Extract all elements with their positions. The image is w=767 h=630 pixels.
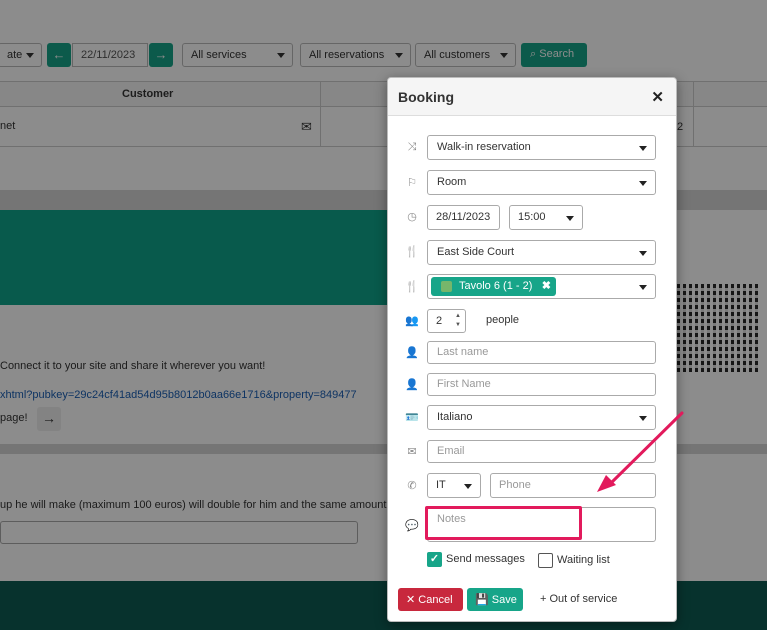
people-count-value: 2 <box>436 315 443 327</box>
user-icon: 👤 <box>405 379 419 391</box>
users-icon: 👥 <box>405 315 419 327</box>
plus-icon: + <box>540 593 547 605</box>
reservation-type-select[interactable]: Walk-in reservation <box>427 135 656 160</box>
room-value: Room <box>437 176 467 188</box>
language-select[interactable]: Italiano <box>427 405 656 430</box>
save-button[interactable]: 💾 Save <box>467 588 523 611</box>
cancel-button[interactable]: ✕ Cancel <box>398 588 463 611</box>
cutlery-icon: 🍴 <box>405 281 419 293</box>
shuffle-icon: ⤨ <box>407 141 417 153</box>
notes-highlight-annotation <box>425 506 582 540</box>
comment-icon: 💬 <box>405 520 419 532</box>
out-of-service-button[interactable]: + Out of service <box>532 588 625 611</box>
send-messages-label: Send messages <box>446 553 525 565</box>
last-name-input[interactable]: Last name <box>427 341 656 364</box>
email-input[interactable]: Email <box>427 440 656 463</box>
phone-input[interactable]: Phone <box>490 473 656 498</box>
area-value: East Side Court <box>437 246 515 258</box>
send-messages-checkbox[interactable]: ✓ <box>427 552 442 567</box>
table-select[interactable]: Tavolo 6 (1 - 2) ✖ <box>427 274 656 299</box>
phone-country-value: IT <box>436 479 446 491</box>
waiting-list-label: Waiting list <box>557 554 610 566</box>
cutlery-icon: 🍴 <box>405 246 419 258</box>
room-select[interactable]: Room <box>427 170 656 195</box>
language-value: Italiano <box>437 411 473 423</box>
stepper-arrows-icon[interactable]: ▲ ▼ <box>455 312 461 330</box>
booking-time-value: 15:00 <box>518 211 546 223</box>
table-color-swatch <box>441 281 452 292</box>
remove-tag-icon[interactable]: ✖ <box>542 279 551 292</box>
out-of-service-label: Out of service <box>549 593 618 605</box>
envelope-icon: ✉ <box>407 446 417 458</box>
phone-country-select[interactable]: IT <box>427 473 481 498</box>
flag-icon: ⚐ <box>407 177 417 189</box>
dialog-title: Booking <box>398 89 454 105</box>
first-name-input[interactable]: First Name <box>427 373 656 396</box>
id-card-icon: 🪪 <box>405 412 419 424</box>
table-tag: Tavolo 6 (1 - 2) ✖ <box>431 277 556 296</box>
reservation-type-value: Walk-in reservation <box>437 141 531 153</box>
waiting-list-checkbox[interactable] <box>538 553 553 568</box>
table-tag-label: Tavolo 6 (1 - 2) <box>459 280 533 292</box>
close-icon[interactable]: ✕ <box>651 88 664 106</box>
dialog-header: Booking ✕ <box>388 78 676 116</box>
booking-dialog: Booking ✕ ⤨ Walk-in reservation ⚐ Room ◷… <box>387 77 677 622</box>
save-button-label: Save <box>491 594 517 606</box>
floppy-disk-icon: 💾 <box>475 594 489 606</box>
cancel-button-label: Cancel <box>418 594 453 606</box>
phone-icon: ✆ <box>407 480 417 492</box>
clock-icon: ◷ <box>407 211 417 223</box>
people-stepper[interactable]: 2 ▲ ▼ <box>427 309 466 333</box>
booking-date-input[interactable]: 28/11/2023 <box>427 205 500 230</box>
booking-time-select[interactable]: 15:00 <box>509 205 583 230</box>
close-icon: ✕ <box>406 594 416 606</box>
user-icon: 👤 <box>405 347 419 359</box>
people-label: people <box>486 314 520 326</box>
area-select[interactable]: East Side Court <box>427 240 656 265</box>
